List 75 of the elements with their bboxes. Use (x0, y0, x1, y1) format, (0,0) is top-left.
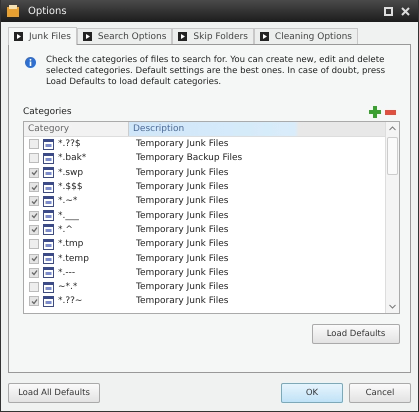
checkbox[interactable] (29, 153, 39, 164)
table-cell: Temporary Junk Files (136, 296, 228, 306)
play-icon (82, 32, 92, 41)
checkbox[interactable] (29, 254, 39, 264)
file-icon (43, 182, 54, 193)
table-cell: *.___ (58, 210, 79, 221)
table-cell: *.swp (58, 168, 84, 178)
checkbox[interactable] (29, 296, 39, 306)
scroll-up-icon[interactable] (389, 126, 396, 131)
file-icon (43, 152, 54, 164)
load-defaults-button[interactable]: Load Defaults (312, 324, 400, 344)
checkbox[interactable] (29, 210, 39, 221)
tab[interactable]: Search Options (76, 28, 172, 44)
table-cell: Temporary Junk Files (136, 224, 228, 235)
file-icon (43, 224, 54, 236)
play-icon (260, 32, 269, 41)
file-icon (43, 296, 54, 307)
table-cell: Temporary Junk Files (136, 210, 228, 221)
file-icon (43, 253, 54, 264)
file-icon (43, 167, 54, 178)
checkbox[interactable] (29, 168, 39, 178)
info-icon (25, 57, 36, 68)
table-cell: Temporary Junk Files (136, 139, 228, 150)
remove-icon[interactable] (385, 110, 396, 114)
file-icon (43, 238, 54, 250)
table-cell: *.$$$ (58, 182, 83, 192)
tab[interactable]: Cleaning Options (254, 28, 358, 44)
checkbox[interactable] (29, 196, 39, 206)
scroll-down-icon[interactable] (389, 304, 396, 309)
table-cell: *.temp (58, 254, 89, 264)
table-cell: ~*.* (58, 282, 78, 292)
table-cell: *.bak* (58, 153, 86, 164)
window-title: Options (28, 6, 67, 16)
column-header[interactable]: Description (129, 122, 385, 136)
categories-label: Categories (23, 107, 72, 117)
cancel-button[interactable]: Cancel (349, 383, 411, 403)
checkbox[interactable] (29, 224, 39, 235)
add-icon[interactable] (369, 106, 381, 118)
file-icon (43, 282, 54, 293)
table-cell: *.^ (58, 224, 73, 235)
table-cell: *.??$ (58, 139, 81, 150)
table-cell: *.tmp (58, 239, 84, 250)
load-all-defaults-button[interactable]: Load All Defaults (8, 383, 100, 403)
ok-button[interactable]: OK (281, 383, 343, 403)
tab[interactable]: Skip Folders (172, 28, 254, 44)
tab[interactable]: Junk Files (8, 27, 77, 45)
file-icon (43, 267, 54, 278)
checkbox[interactable] (29, 139, 39, 150)
table-cell: *.--- (58, 268, 76, 278)
maximize-icon[interactable] (384, 6, 393, 16)
play-icon (178, 32, 188, 41)
file-icon (43, 196, 54, 207)
table-cell: Temporary Junk Files (136, 239, 228, 250)
checkbox[interactable] (29, 268, 39, 278)
app-icon (6, 4, 20, 18)
table-cell: Temporary Junk Files (136, 168, 228, 178)
table-cell: Temporary Junk Files (136, 182, 228, 192)
table-cell: Temporary Backup Files (136, 153, 242, 164)
play-icon (14, 32, 23, 41)
scroll-thumb[interactable] (387, 137, 398, 175)
table-cell: Temporary Junk Files (136, 196, 228, 206)
checkbox[interactable] (29, 282, 39, 292)
table-cell: *.??~ (58, 296, 82, 306)
column-header[interactable]: Category (24, 122, 129, 136)
checkbox[interactable] (29, 239, 39, 250)
table-cell: Temporary Junk Files (136, 268, 228, 278)
info-text: Check the categories of files to search for. You can create new, edit and delete selected categories. Default settings are the best ones. In case of doubt, press Load Defaults to load default categories. (46, 55, 386, 88)
file-icon (43, 138, 54, 150)
scrollbar[interactable] (385, 122, 399, 313)
table-cell: *.~* (58, 196, 78, 206)
checkbox[interactable] (29, 182, 39, 192)
table-cell: Temporary Junk Files (136, 282, 228, 292)
table-cell: Temporary Junk Files (136, 254, 228, 264)
close-icon[interactable] (401, 6, 410, 16)
file-icon (43, 210, 54, 222)
